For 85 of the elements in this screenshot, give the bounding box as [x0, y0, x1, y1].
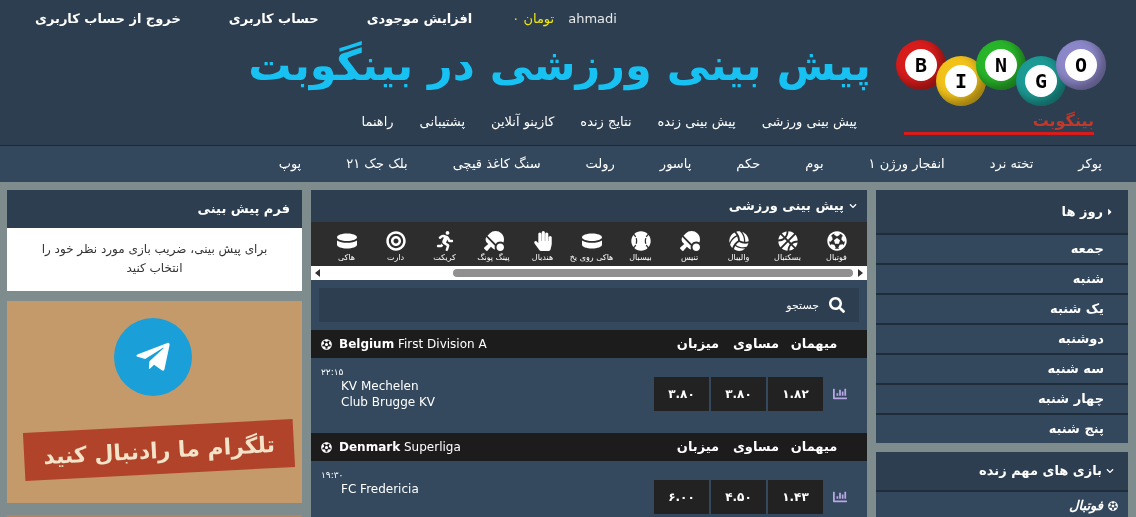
odds-column-header: میزبان [675, 438, 721, 457]
game-menu-link[interactable]: پاسور [659, 154, 692, 174]
chevron-icon [1106, 467, 1114, 475]
main-menu-link[interactable]: پشتیبانی [419, 112, 465, 132]
horizontal-scrollbar[interactable] [311, 266, 867, 280]
sport-tab[interactable]: پینگ پونگ [469, 222, 518, 266]
baseball-icon [630, 231, 651, 251]
team-name: KV Mechelen [340, 378, 419, 394]
sport-tab[interactable]: هندبال [518, 222, 567, 266]
day-item[interactable]: شنبه [876, 263, 1128, 293]
match-time: ۱۹:۳۰ [321, 469, 344, 481]
target-icon [385, 231, 406, 251]
odds-button[interactable]: ۶.۰۰ [654, 480, 709, 514]
account-link[interactable]: حساب کاربری [228, 9, 319, 29]
team-name: FC Fredericia [340, 481, 419, 497]
live-games-header[interactable]: بازی های مهم زنده [876, 452, 1128, 490]
stats-icon[interactable] [833, 490, 847, 504]
game-menu-link[interactable]: پوپ [278, 154, 302, 174]
main-menu-link[interactable]: راهنما [361, 112, 394, 132]
section-header: پیش بینی ورزشی [311, 190, 867, 222]
live-sport-item[interactable]: فوتبال [876, 490, 1128, 517]
odds-column-header: مساوی [731, 335, 781, 354]
league-title: Denmark Superliga [339, 439, 461, 456]
main-menu-link[interactable]: پیش بینی ورزشی [761, 112, 857, 132]
odds-column-header: میهمان [789, 335, 839, 354]
sport-tab[interactable]: دارت [371, 222, 420, 266]
panel-header: فرم پیش بینی [7, 190, 302, 228]
game-menu-link[interactable]: بلک جک ۲۱ [346, 154, 408, 174]
odds-column-header: مساوی [731, 438, 781, 457]
sport-tab[interactable]: فوتبال [812, 222, 861, 266]
odds-button[interactable]: ۱.۴۳ [768, 480, 823, 514]
search-field[interactable]: جستجو [319, 288, 859, 322]
sport-tab[interactable]: والیبال [714, 222, 763, 266]
paddle-icon [483, 231, 504, 251]
game-menu-link[interactable]: رولت [585, 154, 615, 174]
runner-icon [434, 231, 455, 251]
day-item[interactable]: چهار شنبه [876, 383, 1128, 413]
caret-icon [1106, 206, 1114, 217]
game-menu-link[interactable]: پوکر [1078, 154, 1102, 174]
site-title: پیش بینی ورزشی در بینگوبت [247, 39, 871, 92]
search-icon [829, 297, 845, 313]
game-menu-link[interactable]: سنگ کاغذ قیچی [452, 154, 541, 174]
odds-button[interactable]: ۳.۸۰ [654, 377, 709, 411]
league-title: Belgium First Division A [339, 336, 487, 353]
game-menu-link[interactable]: انفجار ورژن ۱ [868, 154, 945, 174]
hockey-puck-icon [336, 231, 357, 251]
basketball-icon [777, 231, 798, 251]
odds-button[interactable]: ۱.۸۲ [768, 377, 823, 411]
day-item[interactable]: دوشنبه [876, 323, 1128, 353]
match-time: ۲۲:۱۵ [321, 366, 344, 378]
main-menu-link[interactable]: پیش بینی زنده [657, 112, 736, 132]
day-item[interactable]: سه شنبه [876, 353, 1128, 383]
sport-tab[interactable]: هاکی روی یخ [567, 222, 616, 266]
game-menu-link[interactable]: بوم [805, 154, 824, 174]
chevron-icon [849, 202, 857, 210]
odds-column-header: میهمان [789, 438, 839, 457]
day-item[interactable]: یک شنبه [876, 293, 1128, 323]
account-link[interactable]: خروج از حساب کاربری [35, 9, 181, 29]
game-menu-link[interactable]: حکم [736, 154, 761, 174]
hockey-puck-icon [581, 231, 602, 251]
logo-wordmark: بینگوبت [904, 110, 1094, 135]
odds-button[interactable]: ۴.۵۰ [711, 480, 766, 514]
stats-icon[interactable] [833, 387, 847, 401]
main-menu-link[interactable]: نتایج زنده [580, 112, 632, 132]
main-menu-link[interactable]: کازینو آنلاین [491, 112, 555, 132]
volleyball-icon [728, 231, 749, 251]
team-name: Club Brugge KV [340, 394, 436, 410]
sport-tab[interactable]: کریکت [420, 222, 469, 266]
account-link[interactable]: افزایش موجودی [366, 9, 473, 29]
sport-tab[interactable]: تنیس [665, 222, 714, 266]
day-item[interactable]: پنج شنبه [876, 413, 1128, 443]
username-link[interactable]: ahmadi [568, 9, 617, 29]
sport-tab[interactable]: بیسبال [616, 222, 665, 266]
balance-amount: تومان ۰ [512, 10, 555, 29]
game-menu-link[interactable]: تخته نرد [989, 154, 1034, 174]
banner-caption: تلگرام ما رادنبال کنید [22, 418, 296, 482]
paddle-icon [679, 231, 700, 251]
sport-tab[interactable]: هاکی [322, 222, 371, 266]
sport-tab[interactable]: بسکتبال [763, 222, 812, 266]
odds-column-header: میزبان [675, 335, 721, 354]
form-message: برای پیش بینی، ضریب بازی مورد نظر خود را انتخاب کنید [7, 228, 302, 291]
day-item[interactable]: جمعه [876, 233, 1128, 263]
hand-icon [532, 231, 553, 251]
odds-button[interactable]: ۳.۸۰ [711, 377, 766, 411]
days-header[interactable]: روز ها [876, 190, 1128, 233]
